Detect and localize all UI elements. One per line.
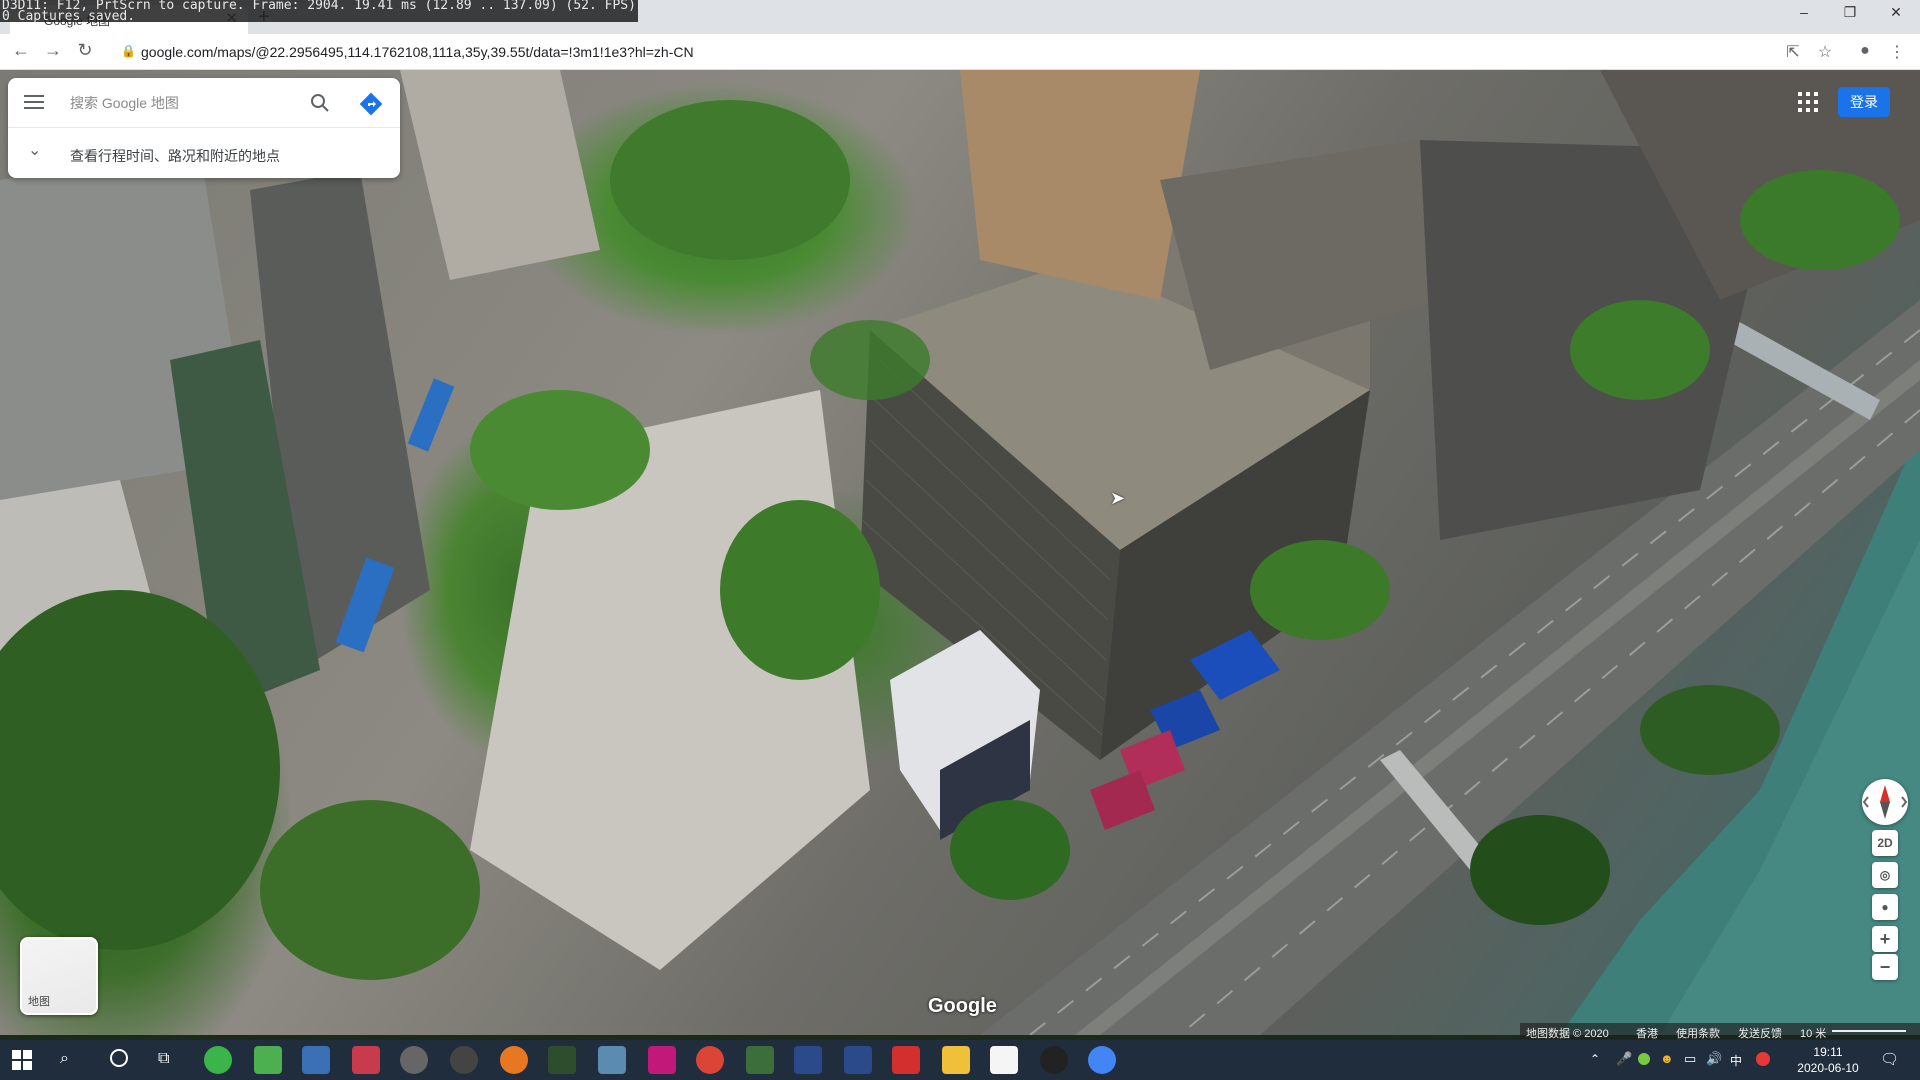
search-card: ⌄ 查看行程时间、路况和附近的地点	[8, 78, 400, 178]
notepad-app-icon[interactable]	[990, 1046, 1018, 1074]
chrome-active-app-icon[interactable]	[1088, 1046, 1116, 1074]
sign-in-button[interactable]: 登录	[1838, 87, 1890, 117]
my-location-icon[interactable]: ●	[1872, 894, 1898, 920]
chevron-down-icon: ⌄	[28, 142, 42, 159]
directions-icon[interactable]	[358, 91, 384, 117]
excel-like-app-icon[interactable]	[254, 1046, 282, 1074]
sogou-icon[interactable]	[1756, 1052, 1770, 1066]
region-label[interactable]: 香港	[1636, 1025, 1658, 1041]
travel-time-hint: 查看行程时间、路况和附近的地点	[70, 148, 280, 164]
microphone-icon[interactable]: 🎤	[1616, 1051, 1632, 1067]
vr-app-icon[interactable]	[400, 1046, 428, 1074]
network-icon[interactable]: ▭	[1684, 1051, 1696, 1067]
minimize-button[interactable]: –	[1782, 4, 1826, 28]
close-window-button[interactable]: ✕	[1874, 4, 1918, 28]
bookmark-star-icon[interactable]: ☆	[1814, 42, 1836, 64]
search-input[interactable]	[70, 88, 300, 118]
blender-app-icon[interactable]	[500, 1046, 528, 1074]
tray-chevron-icon[interactable]: ⌃	[1590, 1052, 1600, 1066]
scale-label: 10 米	[1800, 1028, 1827, 1040]
google-logo: Google	[928, 995, 997, 1017]
browser-menu-icon[interactable]: ⋮	[1886, 42, 1908, 64]
red-app-icon[interactable]	[892, 1046, 920, 1074]
gpu-app-icon[interactable]	[548, 1046, 576, 1074]
volume-icon[interactable]: 🔊	[1706, 1051, 1722, 1067]
clock-date: 2020-06-10	[1797, 1061, 1859, 1075]
folder-app-icon[interactable]	[302, 1046, 330, 1074]
map-data-credit: 地图数据 © 2020	[1526, 1028, 1609, 1040]
arrow-app-icon[interactable]	[648, 1046, 676, 1074]
address-text: google.com/maps/@22.2956495,114.1762108,…	[141, 44, 694, 60]
back-icon[interactable]: ←	[8, 40, 34, 64]
grid-app-icon[interactable]	[598, 1046, 626, 1074]
globe-icon[interactable]: ◎	[1872, 862, 1898, 888]
ime-indicator[interactable]: 中	[1730, 1052, 1742, 1069]
notifications-icon[interactable]: 🗨	[1880, 1050, 1899, 1068]
task-view-icon[interactable]: ⧉	[158, 1050, 169, 1068]
zoom-out-button[interactable]: −	[1872, 954, 1898, 980]
map-canvas[interactable]: ➤ ⌄ 查看行程时间、路况和附近的地点 登录 地图 Google 2D	[0, 70, 1920, 1035]
profile-icon[interactable]: ●	[1854, 42, 1876, 64]
forward-icon[interactable]: →	[40, 40, 66, 64]
restore-button[interactable]: ❐	[1828, 4, 1872, 28]
google-apps-icon[interactable]	[1796, 90, 1820, 114]
windows-taskbar: ⌕ ⧉ ⌃ 🎤 ☻ ▭ 🔊 中 19:11 2020-06-10 🗨	[0, 1040, 1920, 1080]
clock[interactable]: 19:11 2020-06-10	[1790, 1044, 1866, 1076]
attribution-bar: 地图数据 © 2020 香港 使用条款 发送反馈 10 米	[1520, 1023, 1920, 1041]
steam-app-icon[interactable]	[450, 1046, 478, 1074]
explorer-app-icon[interactable]	[942, 1046, 970, 1074]
media-app-icon[interactable]	[352, 1046, 380, 1074]
wechat-app-icon[interactable]	[204, 1046, 232, 1074]
search-icon[interactable]	[308, 91, 332, 115]
open-in-app-icon[interactable]: ⇱	[1782, 42, 1804, 64]
satellite-3d-view	[0, 70, 1920, 1035]
debug-overlay: D3D11: F12, PrtScrn to capture. Frame: 2…	[0, 0, 638, 23]
search-taskbar-icon[interactable]: ⌕	[60, 1050, 69, 1068]
hamburger-menu-icon[interactable]	[22, 91, 46, 115]
zoom-in-button[interactable]: +	[1872, 926, 1898, 952]
compass-icon	[1862, 785, 1908, 819]
clock-time: 19:11	[1813, 1045, 1843, 1059]
app-tray-icon[interactable]: ☻	[1660, 1051, 1674, 1066]
address-bar[interactable]: 🔒 google.com/maps/@22.2956495,114.176210…	[115, 38, 1735, 66]
cortana-icon[interactable]	[110, 1049, 128, 1067]
terms-link[interactable]: 使用条款	[1676, 1025, 1720, 1041]
max-app-icon[interactable]	[794, 1046, 822, 1074]
layer-thumb-label: 地图	[28, 996, 50, 1008]
nvidia-app-icon[interactable]	[746, 1046, 774, 1074]
browser-toolbar: ← → ↻ 🔒 google.com/maps/@22.2956495,114.…	[0, 34, 1920, 70]
maya-app-icon[interactable]	[844, 1046, 872, 1074]
lock-icon: 🔒	[121, 44, 136, 58]
map-layer-toggle[interactable]: 地图	[20, 937, 98, 1015]
wechat-tray-icon[interactable]	[1638, 1053, 1650, 1065]
travel-time-hint-row[interactable]: ⌄ 查看行程时间、路况和附近的地点	[8, 128, 400, 178]
scale-bar	[1832, 1030, 1906, 1032]
feedback-link[interactable]: 发送反馈	[1738, 1025, 1782, 1041]
windows-start-icon[interactable]	[12, 1050, 32, 1070]
compass-control[interactable]	[1862, 779, 1908, 825]
tilt-2d-button[interactable]: 2D	[1872, 830, 1898, 856]
chrome-app-icon[interactable]	[696, 1046, 724, 1074]
mouse-cursor-icon: ➤	[1110, 488, 1126, 508]
a-app-icon[interactable]	[1040, 1046, 1068, 1074]
reload-icon[interactable]: ↻	[72, 40, 98, 64]
